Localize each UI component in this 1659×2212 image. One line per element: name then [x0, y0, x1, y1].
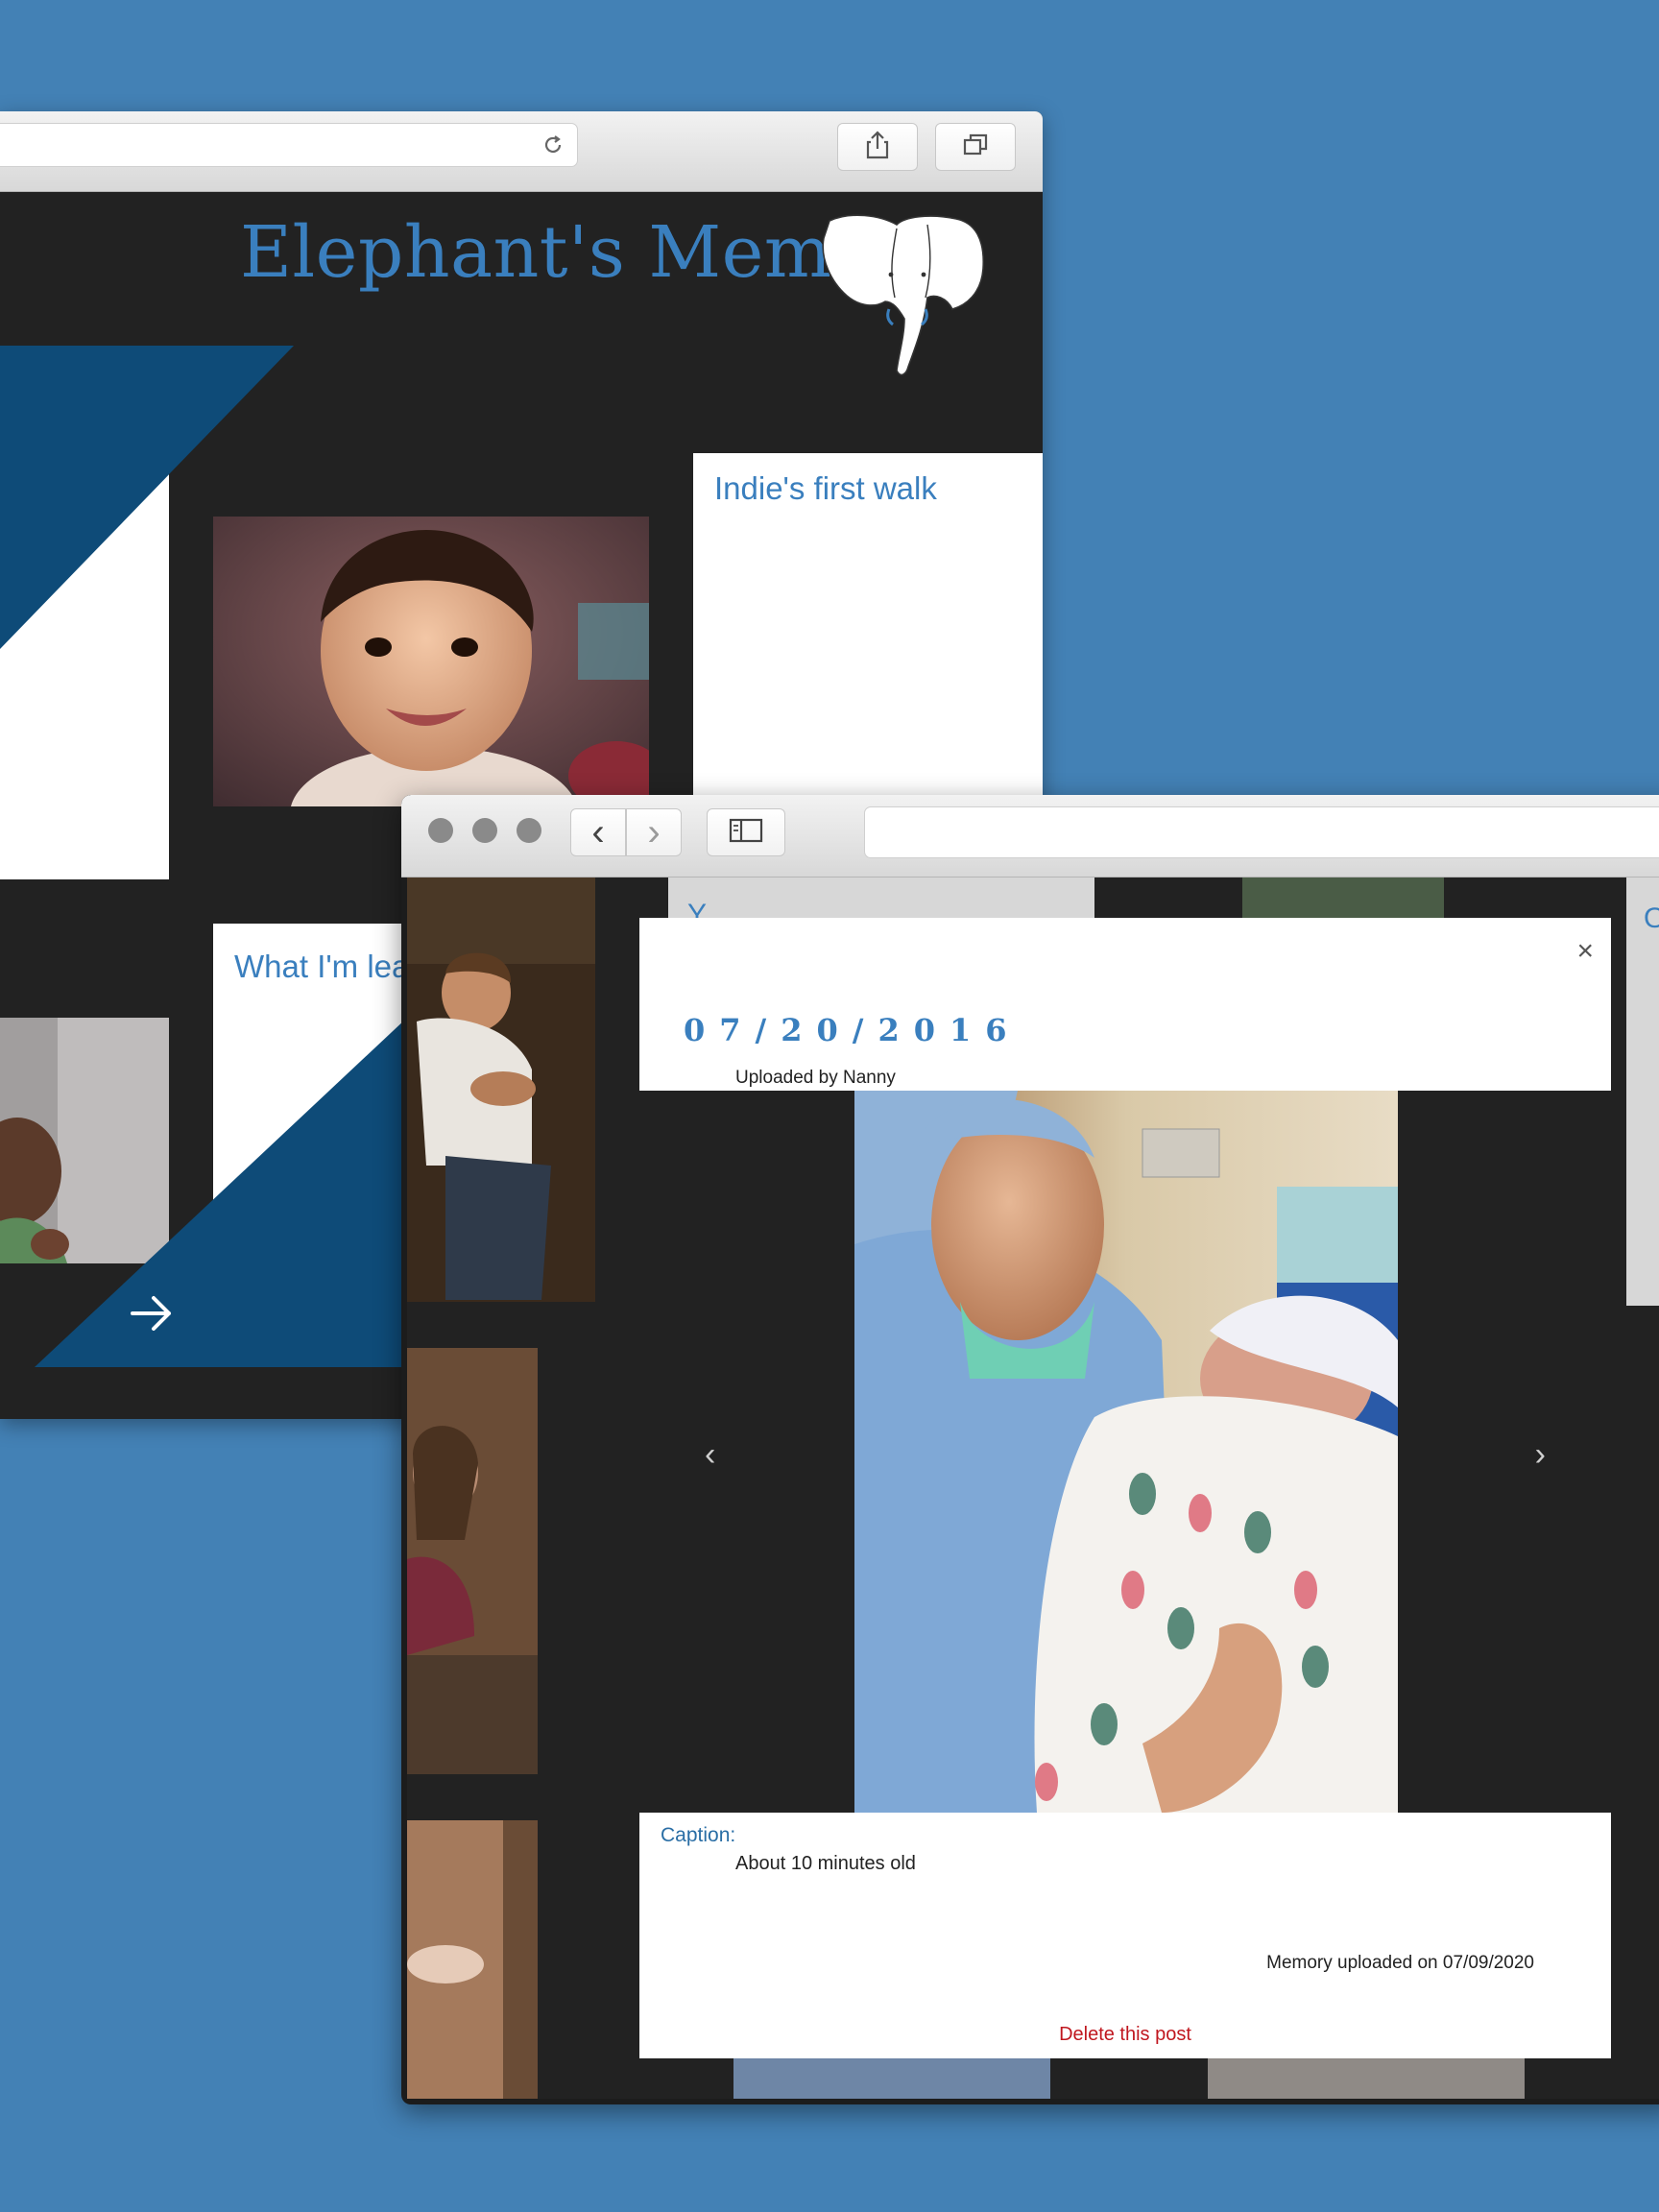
card-title-partial: O [1644, 902, 1659, 934]
share-icon [863, 130, 892, 165]
sidebar-button[interactable] [707, 808, 785, 856]
sidebar-icon [729, 817, 763, 849]
memory-photo-toddler[interactable] [407, 1348, 538, 1774]
caption-label: Caption: [661, 1824, 736, 1846]
site-page: Y O × 07/20/2016 Uploaded by Nanny ‹ › C… [407, 878, 1659, 2099]
memory-date: 07/20/2016 [684, 1012, 1022, 1048]
uploaded-by: Uploaded by Nanny [735, 1068, 896, 1088]
forward-button[interactable]: › [626, 808, 682, 856]
arrow-right-icon [125, 1296, 179, 1344]
chevron-right-icon[interactable]: › [1535, 1436, 1546, 1474]
memory-card-partial-2[interactable]: O [1626, 878, 1659, 1306]
minimize-window-light[interactable] [472, 818, 497, 843]
memory-photo-feet[interactable] [407, 1820, 538, 2099]
maximize-window-light[interactable] [517, 818, 541, 843]
memory-photo-partial-top[interactable] [1242, 878, 1444, 918]
memory-uploaded-date: Memory uploaded on 07/09/2020 [1266, 1953, 1534, 1973]
chevron-left-icon: ‹ [591, 811, 605, 854]
share-button[interactable] [837, 123, 918, 171]
address-bar[interactable] [0, 123, 578, 167]
memory-card-first-walk[interactable]: Indie's first walk [693, 453, 1043, 799]
memory-photo-partial-bottom-2[interactable] [1208, 2058, 1525, 2099]
reload-icon[interactable] [539, 131, 567, 159]
memory-photo-newborn[interactable] [854, 1091, 1398, 1813]
address-bar[interactable] [864, 806, 1659, 858]
tabs-icon [961, 131, 990, 164]
back-button[interactable]: ‹ [570, 808, 626, 856]
memory-photo-baby[interactable] [213, 517, 649, 806]
memory-modal: × 07/20/2016 Uploaded by Nanny ‹ › Capti… [639, 918, 1611, 2058]
card-title: Indie's first walk [714, 470, 937, 506]
browser-toolbar [0, 111, 1043, 192]
card-title: What I'm lea [234, 949, 410, 984]
browser-toolbar: ‹ › [401, 795, 1659, 878]
caption-text: About 10 minutes old [735, 1853, 916, 1874]
close-icon[interactable]: × [1576, 935, 1594, 968]
front-browser-window: ‹ › Y O × 07/20/2016 Uploaded by Nanny ‹… [401, 795, 1659, 2104]
close-window-light[interactable] [428, 818, 453, 843]
next-arrow-button[interactable] [125, 1286, 179, 1340]
elephant-logo[interactable] [812, 202, 995, 384]
delete-post-link[interactable]: Delete this post [639, 2024, 1611, 2046]
chevron-left-icon[interactable]: ‹ [705, 1436, 715, 1474]
chevron-right-icon: › [647, 811, 661, 854]
photo-gallery: ‹ › [639, 1091, 1611, 1813]
decorative-shape-bottom [35, 989, 438, 1367]
memory-photo-hug[interactable] [407, 878, 595, 1302]
tabs-button[interactable] [935, 123, 1016, 171]
memory-photo-partial-bottom-1[interactable] [733, 2058, 1050, 2099]
